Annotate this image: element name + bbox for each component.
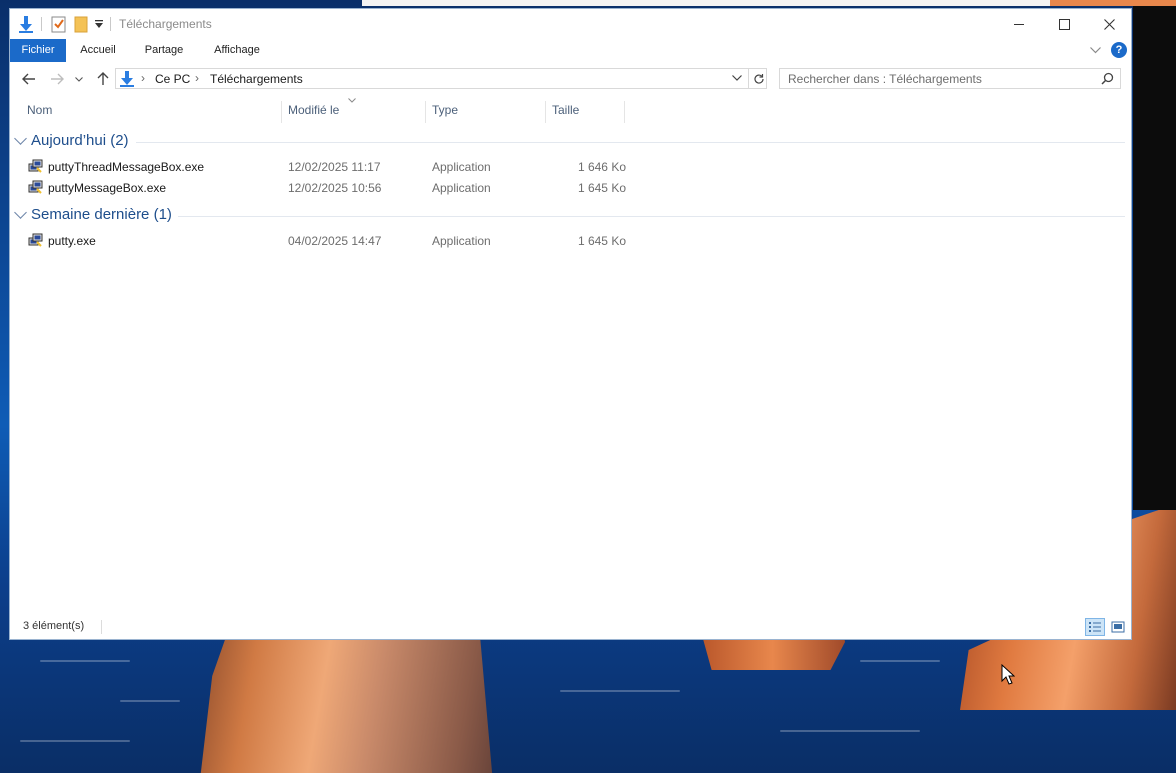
item-count: 3 élément(s)	[23, 620, 85, 632]
window-title: Téléchargements	[119, 17, 212, 31]
tab-fichier[interactable]: Fichier	[10, 39, 66, 62]
ribbon-tabs: Fichier Accueil Partage Affichage ?	[10, 39, 1131, 62]
chevron-down-icon	[732, 75, 742, 81]
collapse-chevron-icon[interactable]	[14, 132, 27, 145]
file-modified: 04/02/2025 14:47	[288, 234, 382, 248]
group-header-last-week[interactable]: Semaine dernière (1)	[10, 206, 1131, 226]
sort-descending-icon	[348, 95, 356, 105]
maximize-button[interactable]	[1041, 9, 1087, 39]
customize-dropdown-icon[interactable]	[94, 14, 104, 34]
status-bar: 3 élément(s)	[10, 615, 1131, 639]
refresh-icon	[754, 73, 764, 84]
background-window-edge	[362, 0, 1052, 6]
chevron-down-icon	[1090, 47, 1101, 54]
breadcrumb-ce-pc[interactable]: Ce PC	[155, 72, 190, 86]
close-icon	[1103, 18, 1115, 30]
breadcrumb-separator-icon: ›	[195, 71, 199, 85]
tab-partage[interactable]: Partage	[136, 39, 192, 62]
chevron-down-icon	[75, 76, 83, 82]
search-icon	[1101, 72, 1114, 88]
putty-app-icon	[28, 233, 43, 247]
forward-arrow-icon	[51, 73, 64, 85]
search-placeholder: Rechercher dans : Téléchargements	[788, 72, 982, 86]
file-explorer-window: Téléchargements Fichier Accueil Partage …	[9, 8, 1132, 640]
file-size: 1 645 Ko	[577, 234, 626, 248]
details-view-button[interactable]	[1085, 618, 1105, 636]
help-button[interactable]: ?	[1111, 42, 1127, 58]
file-type: Application	[432, 234, 491, 248]
large-icons-view-icon	[1111, 621, 1125, 633]
forward-button[interactable]	[48, 70, 66, 88]
file-modified: 12/02/2025 11:17	[288, 160, 381, 174]
column-headers: Nom Modifié le Type Taille	[10, 98, 1131, 123]
file-size: 1 646 Ko	[577, 160, 626, 174]
column-header-nom[interactable]: Nom	[21, 99, 281, 123]
tab-affichage[interactable]: Affichage	[206, 39, 268, 62]
download-arrow-icon[interactable]	[18, 14, 34, 34]
putty-app-icon	[28, 180, 43, 194]
close-button[interactable]	[1086, 9, 1131, 39]
minimize-icon	[1014, 23, 1024, 25]
file-type: Application	[432, 160, 491, 174]
breadcrumb-separator-icon: ›	[141, 71, 145, 85]
tab-accueil[interactable]: Accueil	[72, 39, 124, 62]
file-row[interactable]: putty.exe 04/02/2025 14:47 Application 1…	[10, 231, 650, 252]
title-bar[interactable]: Téléchargements	[10, 9, 1131, 39]
group-label: Aujourd’hui (2)	[31, 132, 129, 149]
file-name: puttyThreadMessageBox.exe	[48, 160, 205, 174]
back-arrow-icon	[22, 73, 35, 85]
large-icons-view-button[interactable]	[1108, 618, 1128, 636]
file-modified: 12/02/2025 10:56	[288, 181, 382, 195]
up-button[interactable]	[94, 70, 112, 88]
recent-locations-button[interactable]	[73, 70, 85, 88]
file-row[interactable]: puttyMessageBox.exe 12/02/2025 10:56 App…	[10, 178, 650, 199]
background-window	[1133, 0, 1176, 510]
column-header-taille[interactable]: Taille	[546, 99, 624, 123]
file-name: puttyMessageBox.exe	[48, 181, 167, 195]
putty-app-icon	[28, 159, 43, 173]
back-button[interactable]	[20, 70, 38, 88]
column-header-type[interactable]: Type	[426, 99, 545, 123]
minimize-button[interactable]	[996, 9, 1042, 39]
navigation-bar: › Ce PC › Téléchargements Rechercher dan…	[10, 67, 1131, 93]
file-type: Application	[432, 181, 491, 195]
refresh-button[interactable]	[748, 68, 769, 89]
collapse-chevron-icon[interactable]	[14, 206, 27, 219]
address-bar[interactable]: › Ce PC › Téléchargements	[115, 68, 767, 89]
expand-ribbon-button[interactable]	[1090, 43, 1101, 57]
breadcrumb-telechargements[interactable]: Téléchargements	[210, 72, 303, 86]
search-input[interactable]: Rechercher dans : Téléchargements	[779, 68, 1121, 89]
mouse-cursor-icon	[1001, 664, 1015, 685]
new-folder-icon[interactable]	[73, 14, 89, 34]
group-header-today[interactable]: Aujourd’hui (2)	[10, 132, 1131, 152]
file-row[interactable]: puttyThreadMessageBox.exe 12/02/2025 11:…	[10, 157, 650, 178]
downloads-folder-icon	[119, 70, 135, 90]
properties-icon[interactable]	[51, 14, 67, 34]
up-arrow-icon	[97, 72, 109, 85]
maximize-icon	[1058, 18, 1070, 30]
file-size: 1 645 Ko	[577, 181, 626, 195]
file-name: putty.exe	[48, 234, 96, 248]
details-view-icon	[1089, 622, 1101, 632]
address-history-button[interactable]	[732, 70, 742, 84]
group-label: Semaine dernière (1)	[31, 206, 172, 223]
